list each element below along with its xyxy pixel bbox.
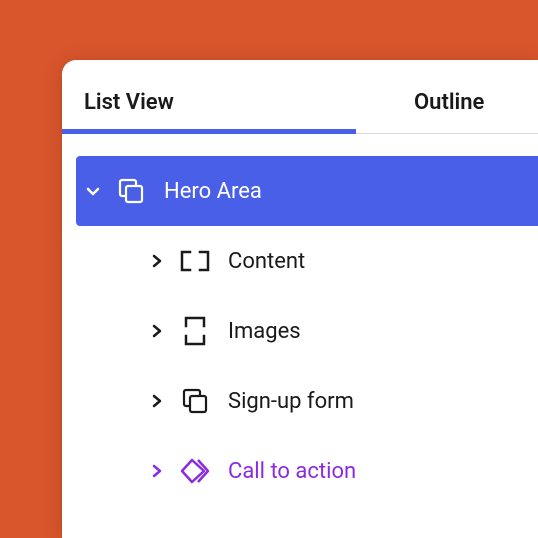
tab-label: List View bbox=[84, 90, 174, 115]
chevron-right-icon bbox=[148, 252, 166, 270]
tab-outline[interactable]: Outline bbox=[356, 78, 538, 133]
chevron-down-icon bbox=[84, 182, 102, 200]
chevron-right-icon bbox=[148, 322, 166, 340]
tree-item-label: Sign-up form bbox=[228, 389, 354, 414]
tree-item-content[interactable]: Content bbox=[76, 226, 538, 296]
tab-bar: List View Outline bbox=[62, 60, 538, 134]
chevron-right-icon bbox=[148, 462, 166, 480]
group-icon bbox=[116, 176, 146, 206]
tree-item-label: Images bbox=[228, 319, 301, 344]
tab-label: Outline bbox=[414, 90, 484, 115]
tab-list-view[interactable]: List View bbox=[62, 78, 356, 133]
tree-item-hero-area[interactable]: Hero Area bbox=[76, 156, 538, 226]
tree-item-label: Content bbox=[228, 249, 305, 274]
tree-item-label: Call to action bbox=[228, 459, 356, 484]
rows-icon bbox=[180, 316, 210, 346]
tree-item-images[interactable]: Images bbox=[76, 296, 538, 366]
tree-item-label: Hero Area bbox=[164, 179, 262, 204]
chevron-right-icon bbox=[148, 392, 166, 410]
tree-item-signup-form[interactable]: Sign-up form bbox=[76, 366, 538, 436]
tree-view: Hero Area Content bbox=[62, 134, 538, 506]
columns-icon bbox=[180, 246, 210, 276]
tree-item-call-to-action[interactable]: Call to action bbox=[76, 436, 538, 506]
group-icon bbox=[180, 386, 210, 416]
editor-panel: List View Outline Hero Area bbox=[62, 60, 538, 538]
diamond-icon bbox=[180, 456, 210, 486]
